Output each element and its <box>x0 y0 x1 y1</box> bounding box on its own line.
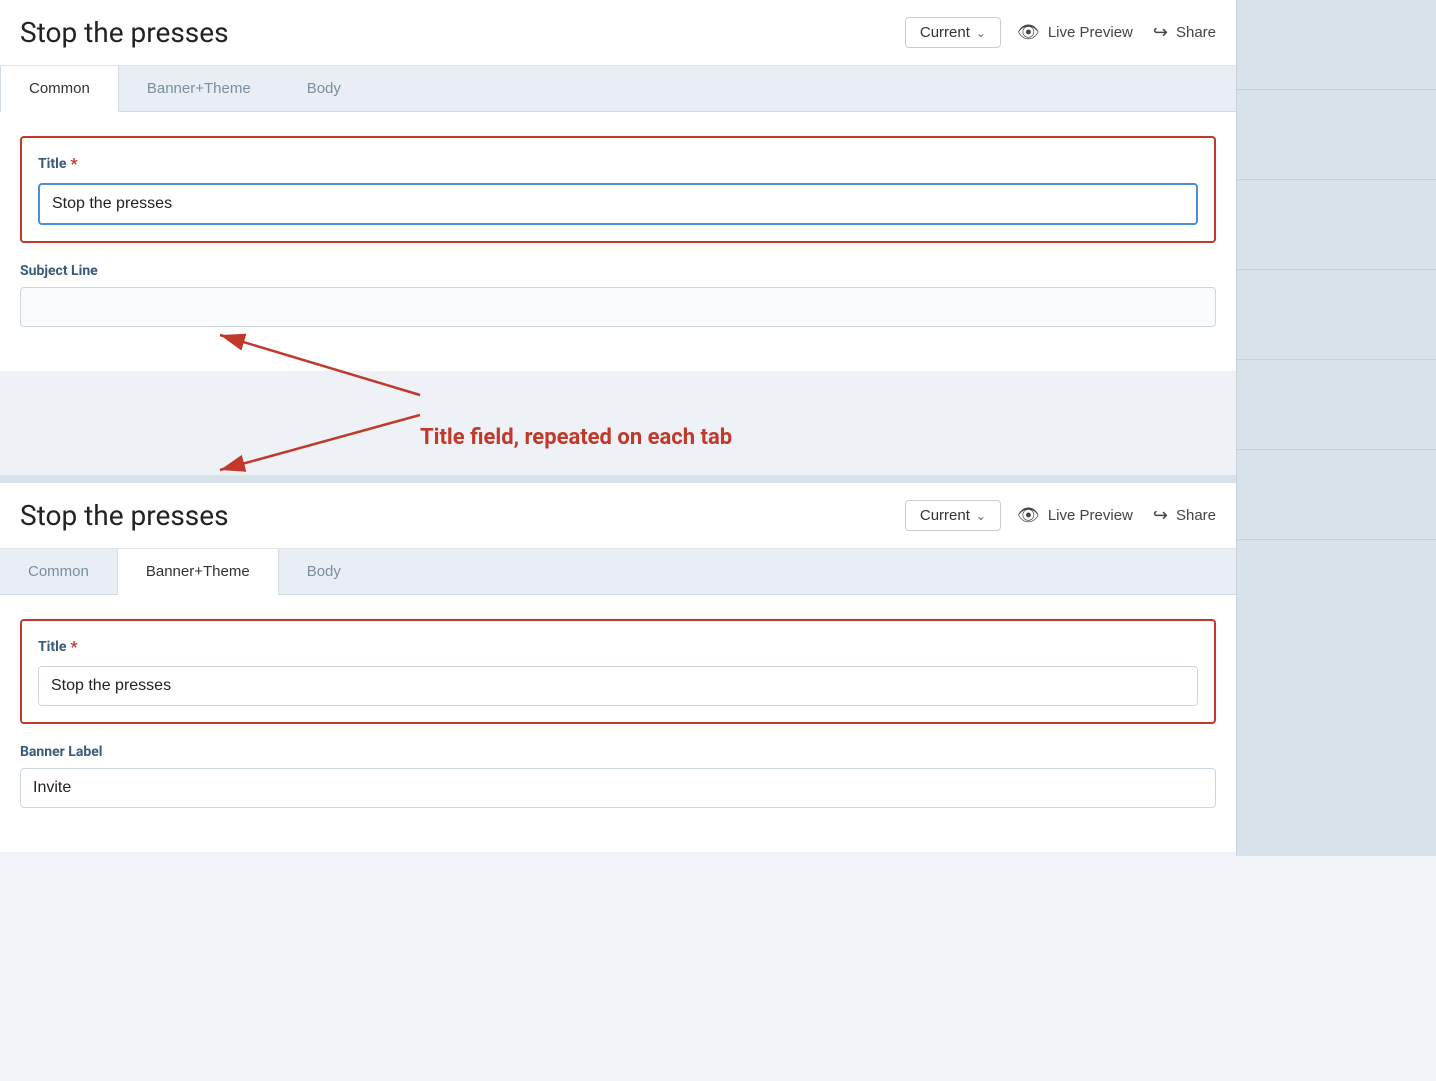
bottom-panel-header: Stop the presses Current ⌄ 👁 Live Previe… <box>0 483 1236 549</box>
tab-common-bottom[interactable]: Common <box>0 549 117 594</box>
right-col-item-1 <box>1237 0 1436 90</box>
bottom-eye-icon: 👁 <box>1017 505 1040 526</box>
top-panel-content: Title * Subject Line <box>0 112 1236 371</box>
right-col-item-2 <box>1237 90 1436 180</box>
subject-line-label: Subject Line <box>20 263 1216 279</box>
top-tabs-bar: Common Banner+Theme Body <box>0 66 1236 112</box>
title-field-group-top: Title * <box>20 136 1216 243</box>
tab-body-top[interactable]: Body <box>279 66 369 111</box>
content-column: Stop the presses Current ⌄ 👁 Live Previe… <box>0 0 1236 856</box>
title-label-top: Title * <box>38 154 1198 173</box>
title-input-bottom[interactable] <box>38 666 1198 706</box>
right-column <box>1236 0 1436 856</box>
top-panel: Stop the presses Current ⌄ 👁 Live Previe… <box>0 0 1236 371</box>
eye-icon: 👁 <box>1017 22 1040 43</box>
tab-banner-theme-top[interactable]: Banner+Theme <box>119 66 279 111</box>
bottom-live-preview-label: Live Preview <box>1048 507 1133 524</box>
tab-common-bottom-label: Common <box>28 563 89 580</box>
required-star-bottom: * <box>70 637 77 656</box>
live-preview-button[interactable]: 👁 Live Preview <box>1017 22 1133 43</box>
bottom-dropdown-label: Current <box>920 507 970 524</box>
right-col-item-3 <box>1237 180 1436 270</box>
tab-body-top-label: Body <box>307 80 341 97</box>
page-wrapper: Stop the presses Current ⌄ 👁 Live Previe… <box>0 0 1436 1081</box>
right-col-item-4 <box>1237 270 1436 360</box>
tab-body-bottom[interactable]: Body <box>279 549 369 594</box>
bottom-share-label: Share <box>1176 507 1216 524</box>
banner-label-field-group: Banner Label <box>20 744 1216 808</box>
share-button[interactable]: ↪ Share <box>1153 22 1216 43</box>
tab-banner-theme-bottom[interactable]: Banner+Theme <box>117 549 279 594</box>
title-label-bottom: Title * <box>38 637 1198 656</box>
share-label: Share <box>1176 24 1216 41</box>
tab-common-top[interactable]: Common <box>0 66 119 111</box>
chevron-down-icon: ⌄ <box>976 26 986 40</box>
dropdown-label: Current <box>920 24 970 41</box>
live-preview-label: Live Preview <box>1048 24 1133 41</box>
page-title: Stop the presses <box>20 16 889 49</box>
bottom-panel-content: Title * Banner Label <box>0 595 1236 852</box>
bottom-header-actions: 👁 Live Preview ↪ Share <box>1017 505 1216 526</box>
right-col-item-6 <box>1237 450 1436 540</box>
panel-divider <box>0 475 1236 483</box>
tab-body-bottom-label: Body <box>307 563 341 580</box>
top-panel-header: Stop the presses Current ⌄ 👁 Live Previe… <box>0 0 1236 66</box>
title-input-top[interactable] <box>38 183 1198 225</box>
required-star-top: * <box>70 154 77 173</box>
title-field-group-bottom: Title * <box>20 619 1216 724</box>
bottom-share-icon: ↪ <box>1153 505 1168 526</box>
bottom-live-preview-button[interactable]: 👁 Live Preview <box>1017 505 1133 526</box>
bottom-panel: Stop the presses Current ⌄ 👁 Live Previe… <box>0 483 1236 852</box>
bottom-page-title: Stop the presses <box>20 499 889 532</box>
banner-label-label: Banner Label <box>20 744 1216 760</box>
tab-banner-theme-top-label: Banner+Theme <box>147 80 251 97</box>
current-dropdown[interactable]: Current ⌄ <box>905 17 1001 48</box>
subject-line-field-group: Subject Line <box>20 263 1216 327</box>
subject-line-input[interactable] <box>20 287 1216 327</box>
right-col-item-5 <box>1237 360 1436 450</box>
share-icon: ↪ <box>1153 22 1168 43</box>
header-actions: 👁 Live Preview ↪ Share <box>1017 22 1216 43</box>
tab-common-top-label: Common <box>29 80 90 97</box>
annotation-text: Title field, repeated on each tab <box>420 425 732 450</box>
annotation-area: Title field, repeated on each tab <box>0 375 1236 475</box>
bottom-chevron-down-icon: ⌄ <box>976 509 986 523</box>
bottom-tabs-bar: Common Banner+Theme Body <box>0 549 1236 595</box>
main-layout: Stop the presses Current ⌄ 👁 Live Previe… <box>0 0 1436 856</box>
tab-banner-theme-bottom-label: Banner+Theme <box>146 563 250 580</box>
bottom-current-dropdown[interactable]: Current ⌄ <box>905 500 1001 531</box>
bottom-share-button[interactable]: ↪ Share <box>1153 505 1216 526</box>
banner-label-input[interactable] <box>20 768 1216 808</box>
